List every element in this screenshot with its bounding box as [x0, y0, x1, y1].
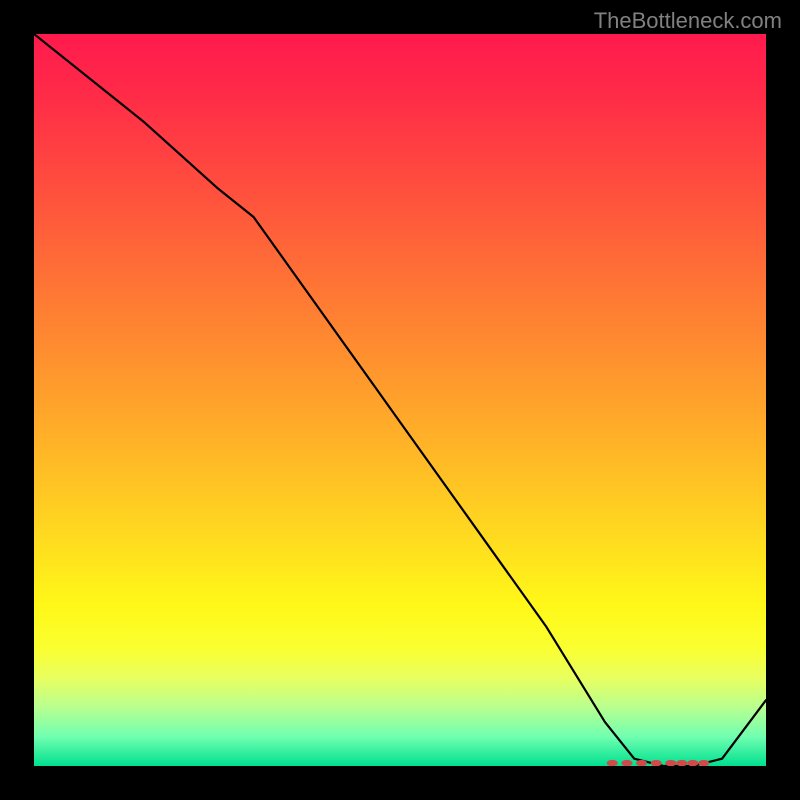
chart-marker — [676, 760, 687, 766]
chart-marker — [607, 760, 618, 766]
chart-marker — [687, 760, 698, 766]
chart-marker — [636, 760, 647, 766]
chart-svg — [34, 34, 766, 766]
chart-marker — [651, 760, 662, 766]
chart-plot-area — [34, 34, 766, 766]
chart-markers — [607, 760, 710, 766]
chart-marker — [665, 760, 676, 766]
chart-marker — [621, 760, 632, 766]
watermark-text: TheBottleneck.com — [594, 8, 782, 34]
chart-marker — [698, 760, 709, 766]
chart-curve — [34, 34, 766, 766]
